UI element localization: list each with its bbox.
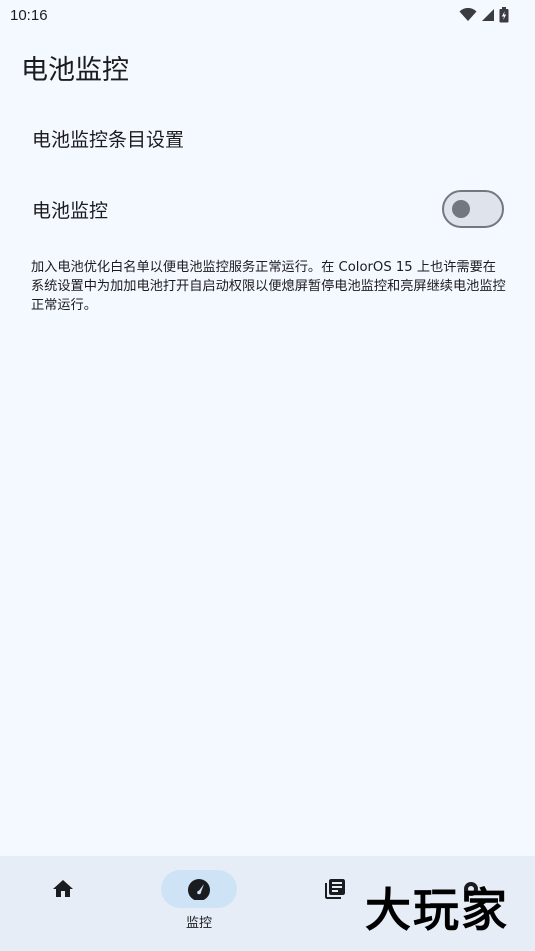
battery-monitor-toggle[interactable] (442, 190, 504, 228)
speedometer-icon (188, 879, 210, 900)
status-icons (459, 7, 509, 23)
nav-pill-library (297, 870, 373, 908)
nav-item-monitor[interactable]: 监控 (154, 870, 244, 931)
page-title: 电池监控 (21, 55, 129, 86)
status-bar: 10:16 (0, 0, 535, 30)
battery-items-settings-label: 电池监控条目设置 (32, 128, 185, 151)
battery-monitor-label: 电池监控 (32, 199, 109, 222)
battery-charging-icon (499, 7, 509, 23)
nav-label-monitor: 监控 (185, 916, 212, 931)
library-icon (325, 879, 345, 899)
home-icon (53, 880, 73, 897)
description-text: 加入电池优化白名单以便电池监控服务正常运行。在 ColorOS 15 上也许需要… (31, 260, 506, 313)
watermark-logo: 大玩家 (365, 883, 509, 937)
toggle-knob (452, 200, 470, 218)
cellular-icon (482, 9, 494, 21)
status-time: 10:16 (10, 6, 48, 24)
battery-monitor-row[interactable]: 电池监控 (0, 188, 535, 230)
nav-pill-active (161, 870, 237, 908)
battery-items-settings-row[interactable]: 电池监控条目设置 (0, 118, 535, 158)
wifi-icon (459, 8, 477, 21)
nav-pill-home (25, 870, 101, 908)
nav-item-home[interactable] (18, 870, 108, 908)
